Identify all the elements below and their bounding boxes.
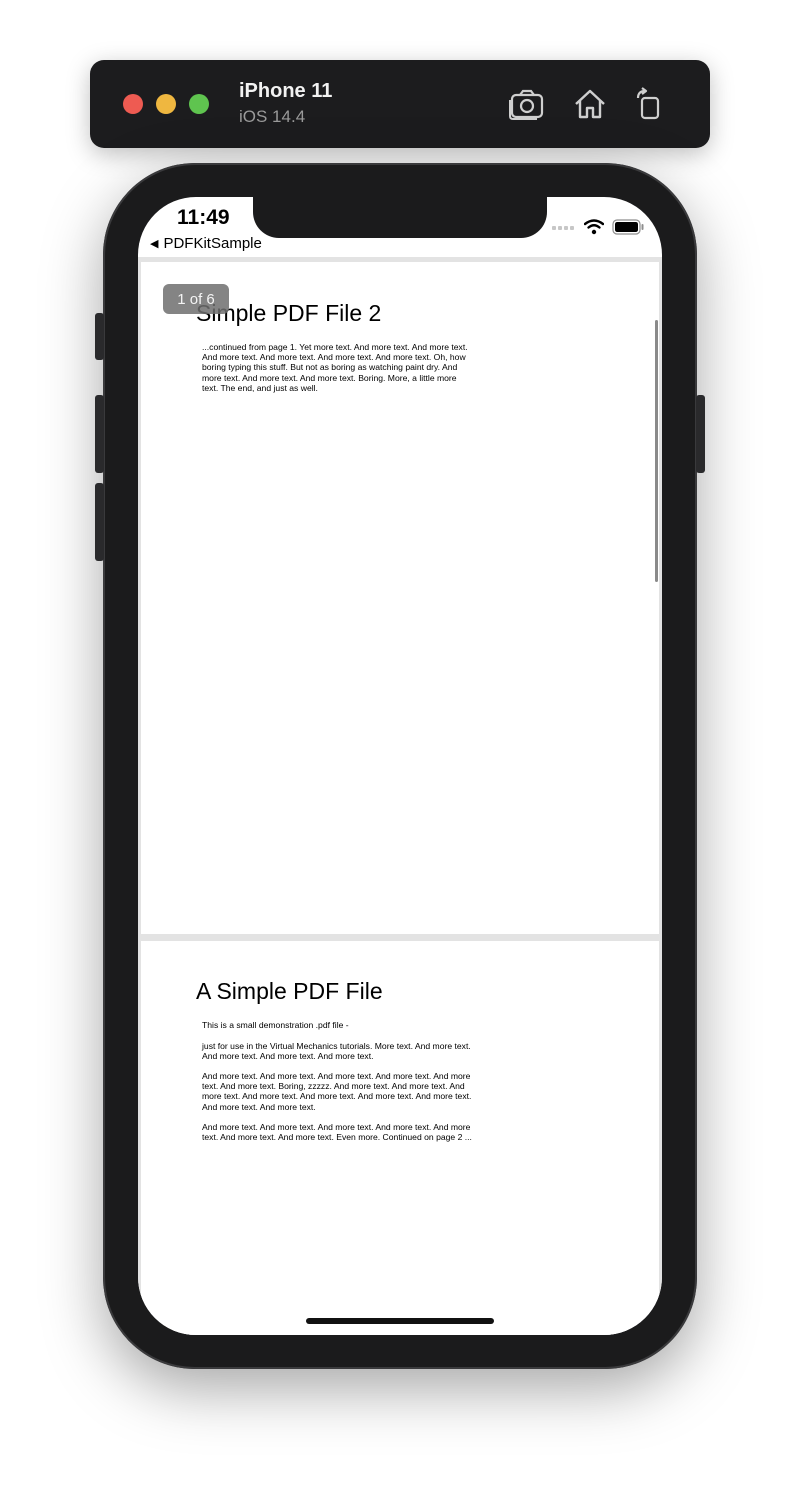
device-name: iPhone 11 <box>239 80 333 102</box>
notch <box>253 197 547 238</box>
close-window-button[interactable] <box>123 94 143 114</box>
simulator-title-bar <box>90 60 710 148</box>
home-icon[interactable] <box>572 86 608 122</box>
rotate-icon[interactable] <box>632 86 668 122</box>
pdf-page: Simple PDF File 2 ...continued from page… <box>141 262 659 934</box>
home-indicator[interactable] <box>306 1318 494 1324</box>
pdf-paragraph: This is a small demonstration .pdf file … <box>202 1020 349 1030</box>
mute-switch[interactable] <box>95 313 104 360</box>
os-version: iOS 14.4 <box>239 107 306 126</box>
status-time: 11:49 <box>177 206 230 229</box>
screenshot-icon[interactable] <box>509 86 545 122</box>
pdf-paragraph: And more text. And more text. And more t… <box>202 1071 472 1112</box>
pdf-paragraph: ...continued from page 1. Yet more text.… <box>202 342 468 393</box>
cellular-icon <box>552 226 574 230</box>
pdf-paragraph: just for use in the Virtual Mechanics tu… <box>202 1041 471 1062</box>
device-screen: 11:49 ◀ PDFKitSample Simple PDF File 2 .… <box>138 197 662 1335</box>
pdf-paragraph: And more text. And more text. And more t… <box>202 1122 472 1143</box>
battery-icon <box>612 219 644 235</box>
minimize-window-button[interactable] <box>156 94 176 114</box>
back-app-label: PDFKitSample <box>163 235 262 252</box>
zoom-window-button[interactable] <box>189 94 209 114</box>
status-icons <box>552 219 644 235</box>
pdf-page-title: A Simple PDF File <box>196 978 383 1004</box>
back-to-app-button[interactable]: ◀ PDFKitSample <box>150 235 262 252</box>
wifi-icon <box>584 219 604 235</box>
pdf-view[interactable]: Simple PDF File 2 ...continued from page… <box>138 257 662 1335</box>
volume-up-button[interactable] <box>95 395 104 473</box>
simulator-window: iPhone 11 iOS 14.4 11:49 ◀ PDFKitSample … <box>0 0 800 1490</box>
scroll-indicator[interactable] <box>655 320 658 582</box>
page-indicator: 1 of 6 <box>163 284 229 314</box>
power-button[interactable] <box>696 395 705 473</box>
volume-down-button[interactable] <box>95 483 104 561</box>
pdf-page: A Simple PDF File This is a small demons… <box>141 941 659 1335</box>
back-arrow-icon: ◀ <box>150 238 159 250</box>
